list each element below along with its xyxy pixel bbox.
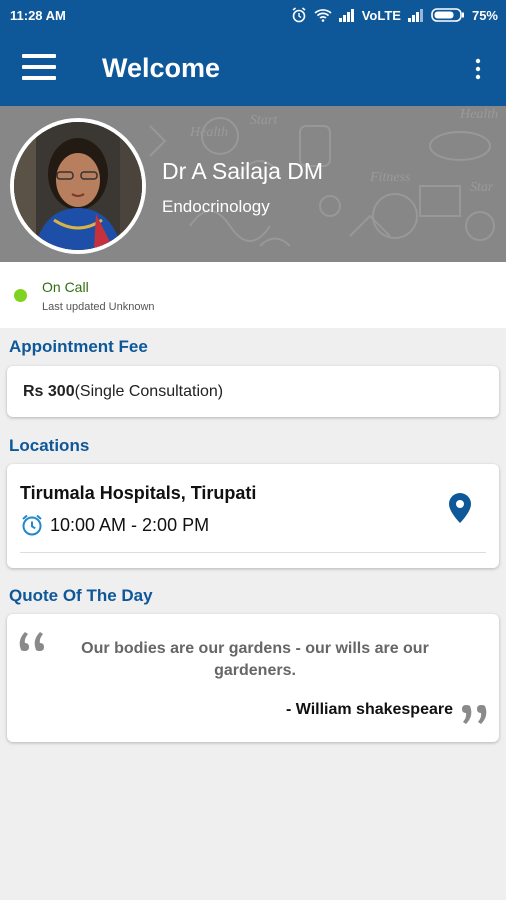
svg-text:Health: Health — [459, 107, 498, 122]
quote-author: - William shakespeare — [285, 701, 453, 718]
network-label: VoLTE — [361, 7, 401, 23]
hamburger-menu-icon[interactable] — [22, 52, 56, 82]
avatar — [10, 118, 146, 254]
quote-text: Our bodies are our gardens - our wills a… — [81, 640, 429, 679]
location-name: Tirumala Hospitals, Tirupati — [20, 483, 257, 503]
locations-heading: Locations — [9, 436, 90, 455]
fee-detail: (Single Consultation) — [74, 383, 224, 400]
close-quote-icon — [462, 705, 487, 724]
app-bar: Welcome — [0, 30, 506, 106]
doctor-specialty: Endocrinology — [162, 197, 270, 216]
doctor-profile-header: Start Health Fitness Health Star Dr A Sa… — [0, 106, 506, 262]
page-title: Welcome — [102, 53, 221, 83]
status-icons: VoLTE 75% — [291, 7, 498, 23]
divider — [20, 552, 486, 553]
quote-heading: Quote Of The Day — [9, 586, 153, 605]
alarm-icon — [292, 7, 306, 23]
status-dot — [14, 289, 27, 302]
location-card[interactable]: Tirumala Hospitals, Tirupati 10:00 AM - … — [7, 464, 499, 568]
svg-text:Star: Star — [470, 180, 494, 195]
wifi-icon — [314, 9, 332, 22]
last-updated-label: Last updated Unknown — [42, 301, 155, 313]
appointment-fee-heading: Appointment Fee — [9, 337, 148, 356]
location-timing: 10:00 AM - 2:00 PM — [50, 515, 210, 535]
more-vertical-icon[interactable] — [474, 58, 482, 80]
battery-icon — [431, 8, 464, 22]
quote-card: Our bodies are our gardens - our wills a… — [7, 614, 499, 742]
open-quote-icon — [19, 632, 44, 651]
svg-text:Fitness: Fitness — [369, 170, 411, 185]
battery-percent: 75% — [471, 7, 498, 23]
availability-status: On Call Last updated Unknown — [0, 262, 506, 328]
signal-icon — [338, 8, 354, 22]
status-bar: 11:28 AM VoLTE 75% — [0, 0, 506, 30]
fee-text: Rs 300(Single Consultation) — [23, 383, 223, 401]
signal-icon — [407, 8, 423, 22]
fee-amount: Rs 300 — [23, 383, 75, 400]
svg-text:Health: Health — [189, 125, 228, 140]
status-time: 11:28 AM — [10, 8, 66, 23]
appointment-fee-card: Rs 300(Single Consultation) — [7, 366, 499, 417]
svg-text:Start: Start — [250, 113, 278, 128]
location-pin-icon[interactable] — [449, 493, 471, 523]
status-label: On Call — [42, 279, 89, 295]
doctor-name: Dr A Sailaja DM — [162, 158, 324, 184]
doctor-photo — [14, 122, 142, 250]
alarm-clock-icon — [22, 514, 42, 536]
